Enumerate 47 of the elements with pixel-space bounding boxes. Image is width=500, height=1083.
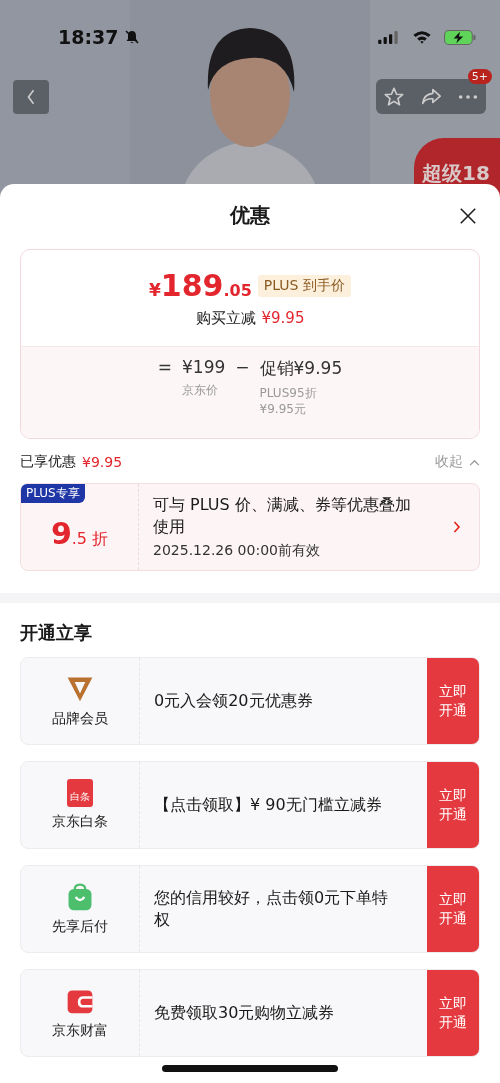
sheet-title: 优惠 [230, 201, 270, 229]
bell-off-icon [124, 29, 141, 45]
reduction-label: 购买立减 [195, 309, 256, 328]
offer-text: 0元入会领20元优惠券 [153, 689, 314, 712]
signal-icon [378, 30, 400, 44]
plus-tag: PLUS专享 [21, 484, 85, 503]
offer-name: 先享后付 [52, 918, 108, 936]
coupon-description: 可与 PLUS 价、满减、券等优惠叠加使用 [153, 493, 412, 538]
coupon-validity: 2025.12.26 00:00前有效 [153, 542, 321, 561]
operator: = [157, 357, 173, 377]
document-icon: 白条 [67, 779, 93, 807]
offer-name: 品牌会员 [52, 710, 108, 728]
collapse-toggle[interactable]: 收起 [435, 453, 480, 471]
enjoyed-label: 已享优惠 [20, 453, 76, 471]
wifi-icon [412, 30, 432, 44]
term-caption: 京东价 [182, 383, 220, 399]
price-term: ¥199 [182, 357, 226, 377]
price-term: 促销¥9.95 [259, 357, 343, 380]
offer-text: 免费领取30元购物立减券 [153, 1001, 336, 1024]
activate-button[interactable]: 立即开通 [427, 970, 479, 1056]
offer-name: 京东白条 [52, 813, 108, 831]
enjoyed-value: ¥9.95 [82, 454, 123, 470]
coupon-card[interactable]: PLUS专享 9.5 折 可与 PLUS 价、满减、券等优惠叠加使用 2025.12.26 00:00前有效 [20, 483, 480, 571]
close-icon [459, 207, 477, 225]
offer-text: 【点击领取】¥ 90无门槛立减券 [153, 793, 383, 816]
term-caption: ¥9.95元 [259, 401, 307, 418]
offer-name: 京东财富 [52, 1022, 108, 1040]
star-icon[interactable] [383, 85, 406, 108]
chevron-right-icon [453, 520, 461, 534]
discount-value: 9.5 折 [50, 515, 109, 551]
reduction-value: ¥9.95 [261, 309, 305, 328]
activate-button[interactable]: 立即开通 [427, 866, 479, 952]
activate-button[interactable]: 立即开通 [427, 658, 479, 744]
operator: − [235, 357, 250, 377]
section-title: 开通立享 [20, 621, 93, 645]
back-button[interactable] [13, 80, 49, 114]
offer-text: 您的信用较好，点击领0元下单特权 [153, 886, 390, 931]
toggle-label: 收起 [435, 453, 463, 471]
chevron-up-icon [469, 458, 480, 466]
battery-charging-icon [444, 29, 476, 45]
activate-button[interactable]: 立即开通 [427, 762, 479, 848]
close-button[interactable] [458, 206, 478, 226]
final-price: ¥189.05 [149, 268, 252, 303]
term-caption: PLUS95折 [259, 386, 318, 402]
price-tag: PLUS 到手价 [257, 274, 351, 297]
back-icon [26, 88, 36, 106]
status-time: 18:37 [58, 26, 119, 48]
